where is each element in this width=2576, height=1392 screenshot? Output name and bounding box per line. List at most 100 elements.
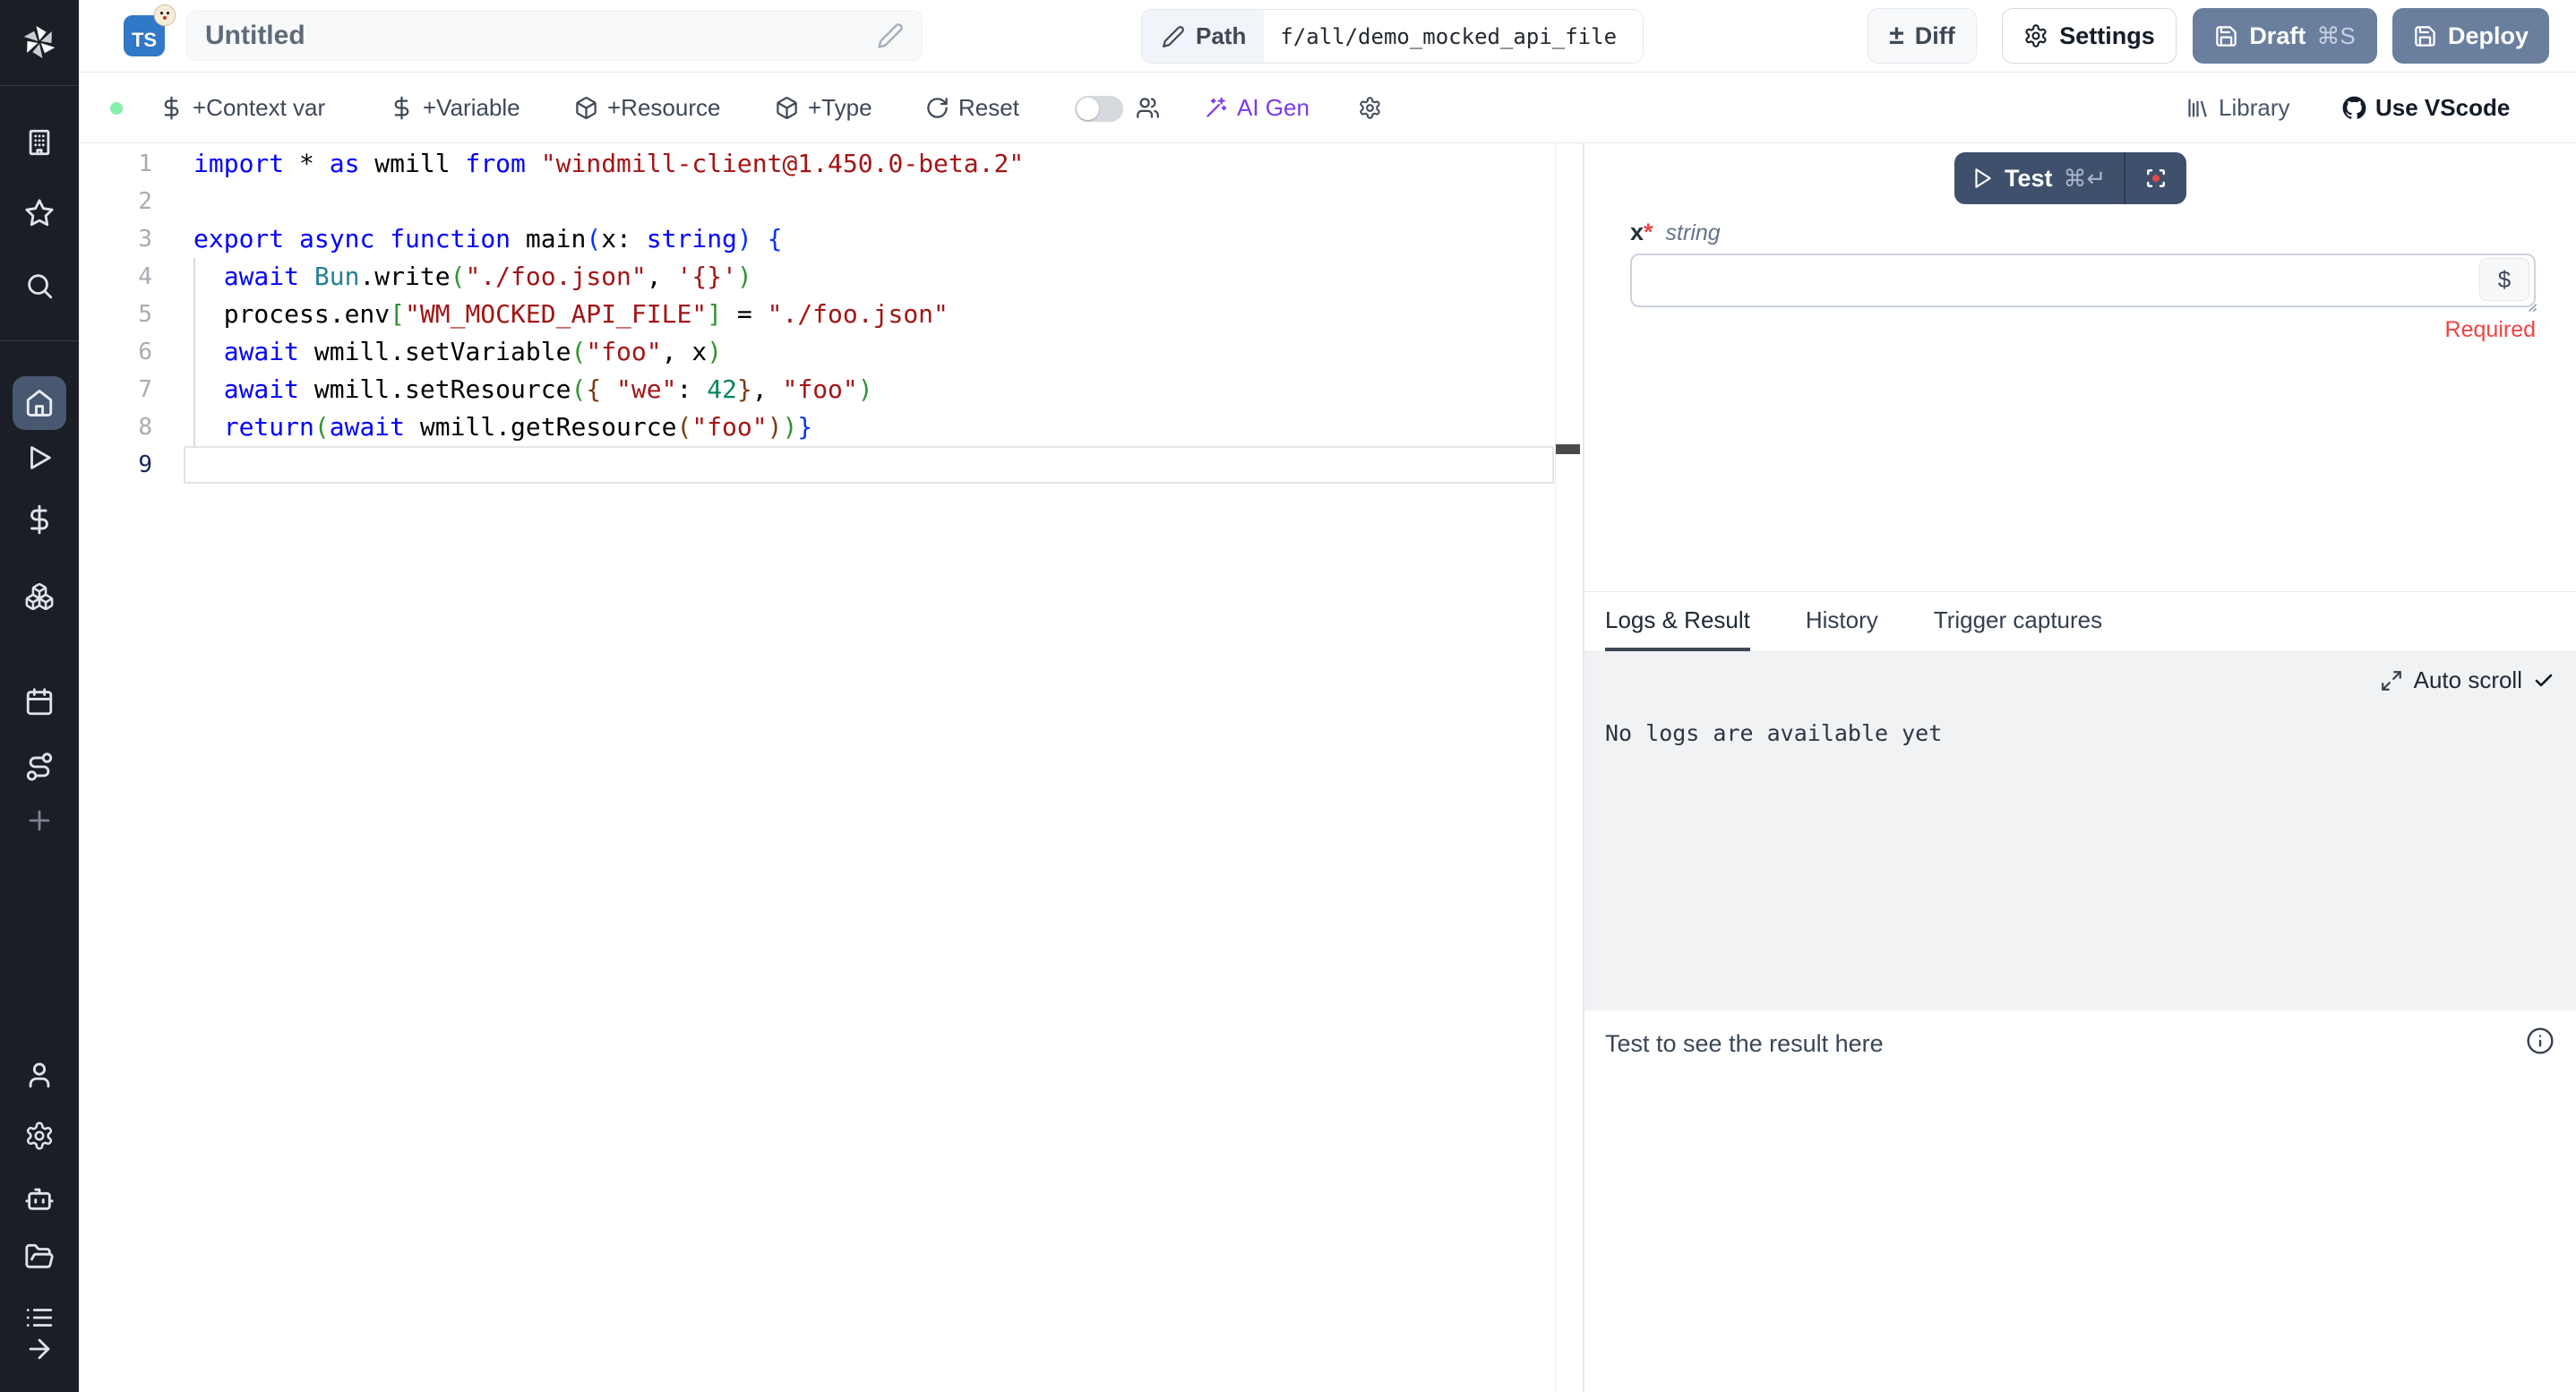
deploy-button[interactable]: Deploy <box>2392 8 2549 64</box>
code-line-9[interactable]: 9 <box>79 446 1581 484</box>
code-editor[interactable]: 1import * as wmill from "windmill-client… <box>79 143 1581 1392</box>
argument-input[interactable] <box>1630 253 2536 307</box>
auto-scroll-toggle[interactable]: Auto scroll <box>2380 666 2555 694</box>
add-type-button[interactable]: +Type <box>775 73 872 143</box>
deploy-label: Deploy <box>2448 22 2529 50</box>
add-variable-button[interactable]: +Variable <box>390 73 520 143</box>
plus-minus-icon: ± <box>1889 21 1903 51</box>
code-lines: 1import * as wmill from "windmill-client… <box>79 145 1581 484</box>
add-context-var-label: +Context var <box>193 94 325 122</box>
code-line-5[interactable]: 5 process.env["WM_MOCKED_API_FILE"] = ".… <box>79 296 1581 333</box>
scrollbar-cursor-marker <box>1556 444 1580 454</box>
sidebar-item-home[interactable] <box>13 376 66 430</box>
line-number[interactable]: 9 <box>79 446 185 484</box>
boxes-icon <box>24 581 55 612</box>
add-variable-label: +Variable <box>423 94 520 122</box>
sidebar-collapse[interactable] <box>0 1335 79 1363</box>
gear-icon <box>2023 23 2048 48</box>
add-context-var-button[interactable]: +Context var <box>159 73 325 143</box>
code-line-3[interactable]: 3export async function main(x: string) { <box>79 220 1581 258</box>
line-number[interactable]: 7 <box>79 371 185 408</box>
list-icon <box>24 1302 55 1333</box>
sidebar-item-settings[interactable] <box>0 1121 79 1151</box>
code-line-2[interactable]: 2 <box>79 183 1581 220</box>
pencil-icon[interactable] <box>877 22 904 49</box>
toggle-knob <box>1077 98 1099 120</box>
route-icon <box>24 752 55 782</box>
path-field[interactable]: Path f/all/demo_mocked_api_file <box>1141 9 1644 64</box>
ai-gen-button[interactable]: AI Gen <box>1204 73 1309 143</box>
sidebar-item-flows[interactable] <box>0 752 79 782</box>
library-button[interactable]: Library <box>2185 73 2289 143</box>
bot-icon <box>24 1183 55 1214</box>
check-icon <box>2533 670 2555 692</box>
result-tabs: Logs & Result History Trigger captures <box>1584 591 2576 652</box>
auto-scroll-label: Auto scroll <box>2414 666 2522 694</box>
line-number[interactable]: 2 <box>79 183 185 220</box>
dollar-icon <box>24 504 55 535</box>
sidebar-item-account[interactable] <box>0 1060 79 1090</box>
capture-run-button[interactable] <box>2125 152 2186 204</box>
sidebar-item-search[interactable] <box>0 271 79 301</box>
code-line-4[interactable]: 4 await Bun.write("./foo.json", '{}') <box>79 258 1581 296</box>
sidebar-item-variables[interactable] <box>0 504 79 535</box>
play-icon <box>24 443 55 473</box>
line-number[interactable]: 1 <box>79 145 185 183</box>
code-line-7[interactable]: 7 await wmill.setResource({ "we": 42}, "… <box>79 371 1581 408</box>
line-number[interactable]: 4 <box>79 258 185 296</box>
code-line-8[interactable]: 8 return(await wmill.getResource("foo"))… <box>79 408 1581 446</box>
result-area: Test to see the result here <box>1584 1010 2576 1392</box>
insert-variable-button[interactable]: $ <box>2479 258 2529 301</box>
scrollbar-track[interactable] <box>1555 143 1556 1392</box>
pencil-icon <box>1162 25 1185 48</box>
line-number[interactable]: 5 <box>79 296 185 333</box>
draft-button[interactable]: Draft ⌘S <box>2193 8 2377 64</box>
path-field-label: Path <box>1142 10 1264 63</box>
collaborators-button[interactable] <box>1136 73 1160 143</box>
search-icon <box>24 271 55 301</box>
test-button[interactable]: Test ⌘↵ <box>1954 152 2124 204</box>
code-line-content: return(await wmill.getResource("foo"))} <box>185 408 812 446</box>
resize-grip-icon[interactable] <box>2523 298 2539 314</box>
info-icon[interactable] <box>2526 1027 2555 1055</box>
script-title-input[interactable]: Untitled <box>186 11 923 61</box>
line-number[interactable]: 6 <box>79 333 185 371</box>
sidebar-item-workers[interactable] <box>0 1183 79 1214</box>
editor-settings-button[interactable] <box>1358 73 1382 143</box>
sidebar-item-audit-logs[interactable] <box>0 1303 79 1332</box>
sidebar-item-workspace[interactable] <box>0 127 79 158</box>
sidebar-item-add[interactable] <box>0 805 79 836</box>
windmill-logo[interactable] <box>0 20 79 64</box>
line-number[interactable]: 8 <box>79 408 185 446</box>
use-vscode-button[interactable]: Use VScode <box>2342 73 2510 143</box>
settings-button[interactable]: Settings <box>2002 8 2177 64</box>
dollar-icon <box>390 96 414 120</box>
add-resource-button[interactable]: +Resource <box>574 73 720 143</box>
sidebar-item-favorites[interactable] <box>0 198 79 228</box>
tab-logs-result[interactable]: Logs & Result <box>1605 592 1750 651</box>
use-vscode-label: Use VScode <box>2375 94 2510 122</box>
code-line-6[interactable]: 6 await wmill.setVariable("foo", x) <box>79 333 1581 371</box>
collab-toggle[interactable] <box>1075 96 1123 122</box>
tab-trigger-captures[interactable]: Trigger captures <box>1934 592 2102 651</box>
sidebar-item-schedules[interactable] <box>0 687 79 717</box>
diff-button[interactable]: ± Diff <box>1868 8 1977 64</box>
tab-history[interactable]: History <box>1806 592 1878 651</box>
sidebar-item-folders[interactable] <box>0 1242 79 1272</box>
sidebar-item-resources[interactable] <box>0 581 79 612</box>
wand-icon <box>1204 96 1228 120</box>
line-number[interactable]: 3 <box>79 220 185 258</box>
sidebar-item-runs[interactable] <box>0 443 79 473</box>
required-hint: Required <box>1630 317 2536 343</box>
code-line-1[interactable]: 1import * as wmill from "windmill-client… <box>79 145 1581 183</box>
status-dot <box>110 102 123 115</box>
folder-open-icon <box>24 1242 55 1272</box>
expand-icon[interactable] <box>2380 669 2403 692</box>
add-resource-label: +Resource <box>607 94 720 122</box>
windmill-script-editor: TS Untitled Path f/all/demo_mocked_api_f… <box>0 0 2576 1392</box>
argument-input-wrap: $ <box>1630 253 2536 307</box>
test-shortcut: ⌘↵ <box>2064 165 2107 193</box>
language-badge-label: TS <box>132 29 157 52</box>
reset-button[interactable]: Reset <box>925 73 1019 143</box>
dollar-icon <box>159 96 184 120</box>
